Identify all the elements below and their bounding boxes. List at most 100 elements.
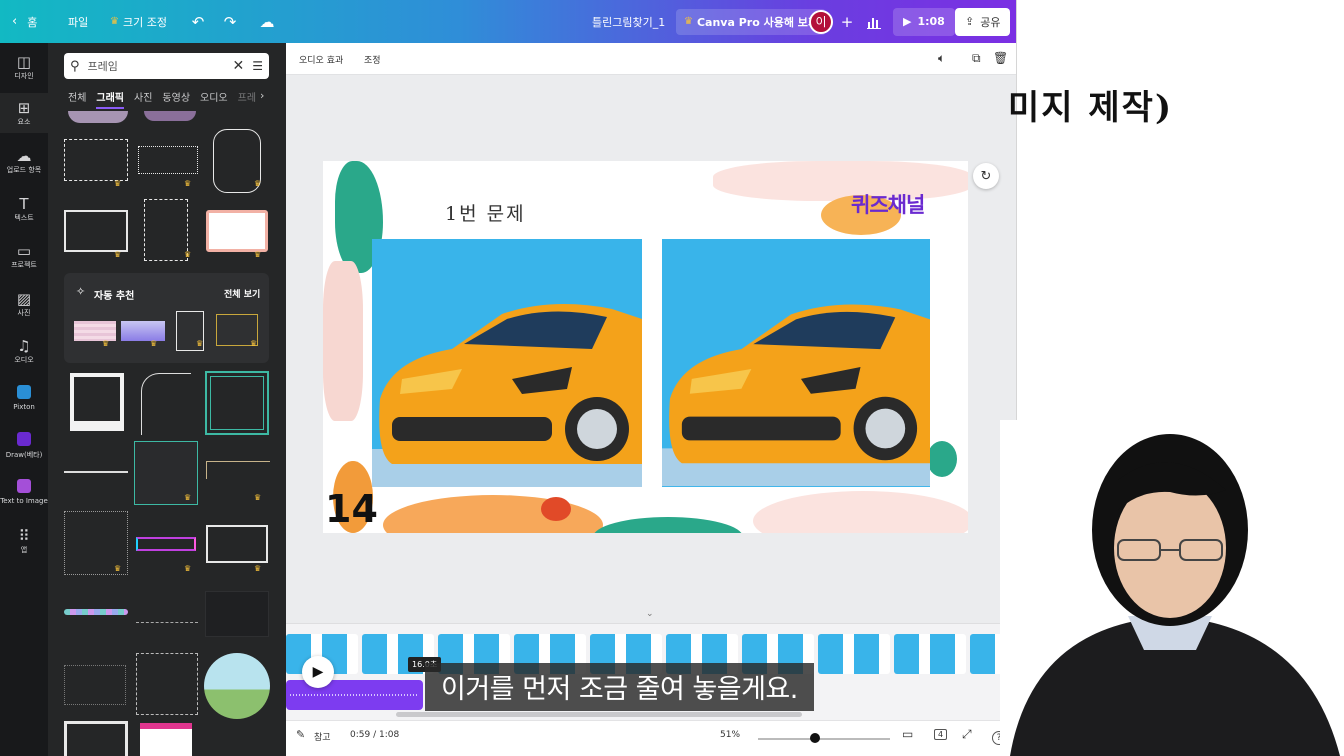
rail-item-uploads[interactable]: ☁ 업로드 항목	[0, 147, 48, 183]
adjust-button[interactable]: 조정	[364, 53, 381, 66]
audio-track[interactable]	[286, 680, 423, 710]
reco-thumb[interactable]	[74, 321, 116, 341]
frame-graphic[interactable]	[144, 199, 188, 261]
frame-graphic[interactable]	[136, 653, 198, 715]
zoom-slider-handle[interactable]	[810, 733, 820, 743]
filter-icon[interactable]: ☰	[252, 59, 263, 73]
frame-graphic[interactable]	[206, 525, 268, 563]
crown-icon: ♛	[110, 16, 119, 27]
car-image-left[interactable]	[372, 239, 642, 487]
rail-item-projects[interactable]: ▭ 프로젝트	[0, 242, 48, 278]
timeline-thumb[interactable]	[894, 634, 966, 674]
decor-blob	[753, 491, 968, 533]
notes-button[interactable]: 참고	[314, 730, 331, 743]
graphic-thumb[interactable]	[144, 111, 196, 121]
timeline-play-button[interactable]: ▶	[302, 656, 334, 688]
frame-graphic[interactable]	[70, 373, 124, 431]
tab-audio[interactable]: 오디오	[200, 89, 228, 109]
frame-graphic[interactable]	[140, 723, 192, 756]
slide-number[interactable]: 14	[325, 487, 378, 531]
frame-graphic[interactable]	[138, 146, 198, 174]
frame-graphic[interactable]	[205, 371, 269, 435]
home-button[interactable]: ‹ 홈	[12, 0, 37, 43]
chevron-left-icon: ‹	[12, 14, 18, 29]
frame-graphic[interactable]	[141, 373, 191, 435]
close-icon[interactable]: ✕	[233, 58, 245, 74]
doc-title[interactable]: 틀린그림찾기_1	[592, 0, 665, 43]
redo-button[interactable]: ↷	[218, 0, 242, 43]
decor-blob	[713, 161, 968, 201]
try-pro-button[interactable]: ♛ Canva Pro 사용해 보기	[676, 0, 827, 43]
slide-canvas[interactable]: 1번 문제 퀴즈채널 14	[323, 161, 968, 533]
rail-item-design[interactable]: ◫ 디자인	[0, 53, 48, 89]
rail-item-apps[interactable]: ⠿ 앱	[0, 527, 48, 563]
duplicate-icon[interactable]: ⧉	[972, 51, 981, 66]
decor-blob	[383, 495, 603, 533]
bottom-status-bar: ✎ 참고 0:59 / 1:08 51% ▭ 4 ⤢ ?	[286, 720, 1016, 756]
rail-item-audio[interactable]: ♫ 오디오	[0, 337, 48, 373]
rail-item-text[interactable]: T 텍스트	[0, 195, 48, 231]
volume-icon[interactable]: 🔈︎	[938, 51, 945, 66]
frame-graphic[interactable]	[136, 537, 196, 551]
frame-graphic[interactable]	[64, 139, 128, 181]
zoom-level[interactable]: 51%	[720, 730, 740, 740]
insights-button[interactable]	[862, 0, 886, 43]
rail-item-photos[interactable]: ▨ 사진	[0, 290, 48, 326]
tab-photos[interactable]: 사진	[134, 89, 152, 109]
upload-icon: ⇪	[965, 15, 975, 28]
user-avatar[interactable]: 이	[809, 0, 833, 43]
chevron-down-icon[interactable]: ⌄	[646, 609, 654, 619]
cloud-save-button[interactable]: ☁	[255, 0, 279, 43]
landscape-graphic[interactable]	[204, 653, 270, 719]
refresh-icon[interactable]: ↻	[973, 163, 999, 189]
frame-graphic[interactable]	[136, 605, 198, 623]
audio-effects-button[interactable]: 오디오 효과	[299, 53, 343, 66]
fullscreen-icon[interactable]: ⤢	[962, 727, 972, 742]
frame-graphic[interactable]	[64, 609, 128, 615]
present-play-button[interactable]: ▶ 1:08	[893, 0, 955, 43]
trash-icon[interactable]: 🗑︎	[993, 51, 1008, 65]
invite-button[interactable]: +	[835, 0, 859, 43]
share-button[interactable]: ⇪ 공유	[955, 0, 1011, 43]
tab-frames[interactable]: 프레	[238, 89, 256, 109]
frame-graphic[interactable]	[64, 210, 128, 252]
slide-title[interactable]: 1번 문제	[445, 199, 526, 226]
frame-graphic[interactable]	[206, 210, 268, 252]
tab-videos[interactable]: 동영상	[162, 89, 190, 109]
channel-logo-text[interactable]: 퀴즈채널	[851, 189, 925, 219]
rail-item-text-to-image[interactable]: Text to Image	[0, 479, 48, 515]
search-input[interactable]: 프레임	[88, 58, 118, 74]
notes-icon[interactable]: ✎	[296, 728, 305, 741]
crown-icon: ♛	[114, 179, 122, 188]
page-view-icon[interactable]: ▭	[902, 727, 913, 741]
avatar-initial: 이	[815, 15, 827, 29]
reco-thumb[interactable]	[121, 321, 165, 341]
page-count[interactable]: 4	[934, 729, 948, 740]
frame-graphic[interactable]	[205, 591, 269, 637]
search-box[interactable]: ⚲ 프레임 ✕ ☰	[64, 53, 269, 79]
frame-graphic[interactable]	[64, 721, 128, 756]
rail-item-elements[interactable]: ⊞ 요소	[0, 93, 48, 133]
undo-button[interactable]: ↶	[186, 0, 210, 43]
file-label: 파일	[68, 15, 89, 29]
rail-item-pixton[interactable]: Pixton	[0, 385, 48, 421]
crown-icon: ♛	[114, 564, 122, 573]
file-menu-button[interactable]: 파일	[68, 0, 88, 43]
resize-button[interactable]: ♛ 크기 조정	[110, 0, 167, 43]
chevron-right-icon[interactable]: ›	[260, 89, 264, 102]
zoom-slider-track[interactable]	[758, 738, 890, 740]
rail-item-draw[interactable]: Draw(베타)	[0, 432, 48, 468]
graphic-thumb[interactable]	[68, 111, 128, 123]
frame-graphic[interactable]	[206, 461, 270, 479]
frame-graphic[interactable]	[64, 471, 128, 473]
timeline-thumb[interactable]	[818, 634, 890, 674]
tab-all[interactable]: 전체	[68, 89, 86, 109]
timeline-scrollbar[interactable]	[396, 712, 802, 717]
tab-graphics[interactable]: 그래픽	[96, 89, 125, 109]
pixton-icon	[0, 385, 48, 403]
see-all-link[interactable]: 전체 보기	[224, 287, 260, 300]
car-image-right[interactable]	[662, 239, 930, 487]
resize-label: 크기 조정	[122, 15, 167, 29]
frame-graphic[interactable]	[64, 665, 126, 705]
crown-icon: ♛	[150, 339, 158, 348]
